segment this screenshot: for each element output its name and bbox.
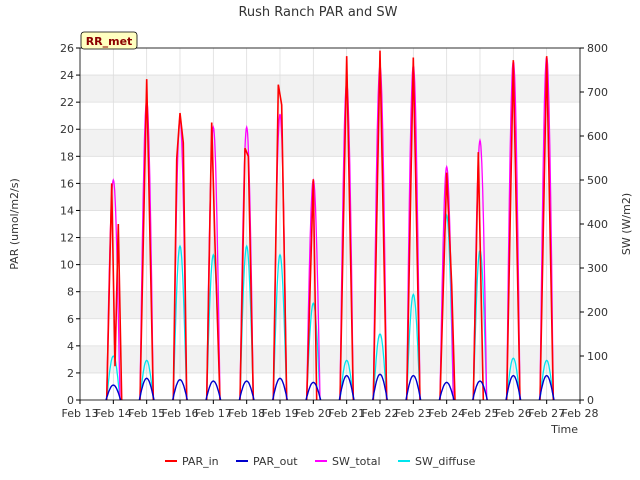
y-left-tick-label: 0 [67,394,74,407]
x-tick-label: Feb 27 [528,407,565,420]
y-right-tick-label: 400 [587,218,608,231]
y-left-tick-label: 14 [60,204,74,217]
y-axis-right: 0 100 200 300 400 500 600 700 800 [580,42,608,407]
x-axis-label: Time [550,423,578,436]
x-tick-label: Feb 15 [128,407,165,420]
y-left-tick-label: 26 [60,42,74,55]
x-tick-label: Feb 17 [195,407,232,420]
y-left-tick-label: 24 [60,69,74,82]
plot-band [80,129,580,157]
x-tick-label: Feb 18 [228,407,265,420]
plot-band [80,291,580,319]
rr-met-badge: RR_met [80,31,138,50]
plot-band [80,183,580,211]
y-left-tick-label: 10 [60,259,74,272]
x-tick-label: Feb 14 [95,407,132,420]
x-tick-label: Feb 23 [395,407,432,420]
legend-label: SW_diffuse [415,455,476,468]
y-left-tick-label: 4 [67,340,74,353]
legend-item: SW_total [315,455,381,468]
legend-item: PAR_in [165,455,219,468]
y-right-tick-label: 500 [587,174,608,187]
x-tick-label: Feb 19 [262,407,299,420]
plot-band [80,237,580,265]
y-left-tick-label: 22 [60,96,74,109]
legend: PAR_in PAR_out SW_total SW_diffuse [165,455,476,468]
legend-label: PAR_in [182,455,219,468]
legend-label: PAR_out [253,455,298,468]
chart-title: Rush Ranch PAR and SW [238,5,397,20]
x-tick-label: Feb 20 [295,407,332,420]
x-tick-label: Feb 28 [562,407,599,420]
legend-item: SW_diffuse [398,455,476,468]
x-tick-label: Feb 13 [62,407,99,420]
plot-bands [80,75,580,373]
legend-label: SW_total [332,455,381,468]
plot-band [80,345,580,373]
y-left-tick-label: 16 [60,177,74,190]
y-right-tick-label: 300 [587,262,608,275]
y-left-tick-label: 8 [67,286,74,299]
y-right-tick-label: 200 [587,306,608,319]
x-tick-label: Feb 26 [495,407,532,420]
y-left-tick-label: 18 [60,150,74,163]
badge-text: RR_met [86,35,133,48]
y-axis-left-label: PAR (umol/m2/s) [8,178,21,270]
y-axis-right-label: SW (W/m2) [620,193,633,255]
y-left-tick-label: 2 [67,367,74,380]
x-tick-label: Feb 24 [428,407,465,420]
y-right-tick-label: 600 [587,130,608,143]
y-left-tick-label: 20 [60,123,74,136]
legend-item: PAR_out [236,455,298,468]
y-left-tick-label: 12 [60,232,74,245]
y-left-tick-label: 6 [67,313,74,326]
x-axis: Feb 13Feb 14Feb 15Feb 16Feb 17Feb 18Feb … [62,400,599,420]
y-axis-left: 02468101214161820222426 [60,42,80,407]
chart-svg: Feb 13Feb 14Feb 15Feb 16Feb 17Feb 18Feb … [8,5,633,468]
x-tick-label: Feb 16 [162,407,199,420]
y-right-tick-label: 700 [587,86,608,99]
y-right-tick-label: 0 [587,394,594,407]
x-tick-label: Feb 22 [362,407,399,420]
x-tick-label: Feb 21 [328,407,365,420]
y-right-tick-label: 100 [587,350,608,363]
x-tick-label: Feb 25 [462,407,499,420]
plot-band [80,75,580,103]
y-right-tick-label: 800 [587,42,608,55]
